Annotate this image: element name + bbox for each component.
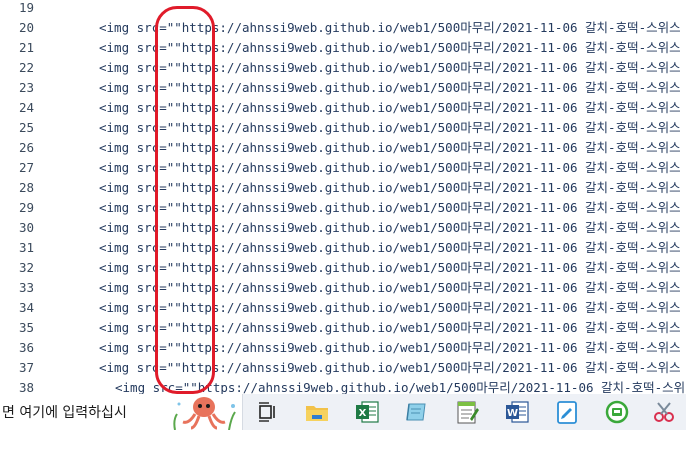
line-number: 32 [18,260,34,275]
line-number: 23 [18,80,34,95]
line-code-text: <img src=""https://ahnssi9web.github.io/… [99,20,681,35]
screen: 19 20 <img src=""https://ahnssi9web.github… [0,0,686,459]
line-number: 27 [18,160,34,175]
line-code-text: <img src=""https://ahnssi9web.github.io/… [99,140,681,155]
line-code-text: <img src=""https://ahnssi9web.github.io/… [99,360,681,375]
editor-line[interactable]: 19 [0,0,686,18]
line-code-text: <img src=""https://ahnssi9web.github.io/… [99,120,681,135]
line-code-text: <img src=""https://ahnssi9web.github.io/… [99,220,681,235]
line-number: 21 [18,40,34,55]
octopus-search-decoration-icon [165,394,243,431]
line-number: 31 [18,240,34,255]
line-code-text: <img src=""https://ahnssi9web.github.io/… [99,320,681,335]
line-code-text: <img src=""https://ahnssi9web.github.io/… [99,160,681,175]
svg-text:W: W [507,408,518,419]
line-number: 33 [18,280,34,295]
editor-line[interactable]: 24 <img src=""https://ahnssi9web.github.i… [0,98,686,118]
editor-line[interactable]: 33 <img src=""https://ahnssi9web.github.i… [0,278,686,298]
task-view-icon[interactable] [253,398,281,426]
notepad-plus-icon[interactable] [453,398,481,426]
excel-icon[interactable]: X [353,398,381,426]
word-icon[interactable]: W [503,398,531,426]
line-code-text: <img src=""https://ahnssi9web.github.io/… [99,100,681,115]
editor-line[interactable]: 20 <img src=""https://ahnssi9web.github.i… [0,18,686,38]
line-number: 24 [18,100,34,115]
line-number: 30 [18,220,34,235]
svg-text:X: X [359,408,367,419]
file-explorer-icon[interactable] [303,398,331,426]
taskbar: 면 여기에 입력하십시 X W [0,394,686,431]
line-number: 37 [18,360,34,375]
editor-line[interactable]: 30 <img src=""https://ahnssi9web.github.i… [0,218,686,238]
line-number: 19 [18,0,34,15]
line-code-text: <img src=""https://ahnssi9web.github.io/… [99,180,681,195]
line-number: 35 [18,320,34,335]
green-app-icon[interactable] [603,398,631,426]
bottom-margin [0,430,686,459]
editor-line[interactable]: 37 <img src=""https://ahnssi9web.github.i… [0,358,686,378]
line-number: 22 [18,60,34,75]
line-code-text: <img src=""https://ahnssi9web.github.io/… [99,260,681,275]
line-code-text: <img src=""https://ahnssi9web.github.io/… [99,300,681,315]
editor-line[interactable]: 26 <img src=""https://ahnssi9web.github.i… [0,138,686,158]
line-code-text: <img src=""https://ahnssi9web.github.io/… [99,340,681,355]
editor-line[interactable]: 27 <img src=""https://ahnssi9web.github.i… [0,158,686,178]
line-number: 29 [18,200,34,215]
editor-line[interactable]: 28 <img src=""https://ahnssi9web.github.i… [0,178,686,198]
editor-line[interactable]: 22 <img src=""https://ahnssi9web.github.i… [0,58,686,78]
editor-line[interactable]: 32 <img src=""https://ahnssi9web.github.i… [0,258,686,278]
snipping-tool-icon[interactable] [650,398,678,426]
line-number: 34 [18,300,34,315]
search-placeholder: 면 여기에 입력하십시 [2,405,127,421]
line-code-text: <img src=""https://ahnssi9web.github.io/… [115,380,686,394]
line-code-text: <img src=""https://ahnssi9web.github.io/… [99,200,681,215]
line-number: 25 [18,120,34,135]
editor-line[interactable]: 36 <img src=""https://ahnssi9web.github.i… [0,338,686,358]
edit-app-icon[interactable] [553,398,581,426]
editor-line[interactable]: 25 <img src=""https://ahnssi9web.github.i… [0,118,686,138]
editor-line[interactable]: 23 <img src=""https://ahnssi9web.github.i… [0,78,686,98]
line-code-text: <img src=""https://ahnssi9web.github.io/… [99,240,681,255]
editor-line[interactable]: 21 <img src=""https://ahnssi9web.github.i… [0,38,686,58]
editor-line[interactable]: 29 <img src=""https://ahnssi9web.github.i… [0,198,686,218]
taskbar-search-box[interactable]: 면 여기에 입력하십시 [0,394,243,431]
line-number: 38 [18,380,34,394]
editor-line[interactable]: 38 <img src=""https://ahnssi9web.github.i… [0,378,686,394]
editor-line[interactable]: 31 <img src=""https://ahnssi9web.github.i… [0,238,686,258]
line-code-text: <img src=""https://ahnssi9web.github.io/… [99,40,681,55]
line-code-text: <img src=""https://ahnssi9web.github.io/… [99,80,681,95]
editor-line[interactable]: 34 <img src=""https://ahnssi9web.github.i… [0,298,686,318]
line-number: 28 [18,180,34,195]
line-number: 20 [18,20,34,35]
line-code-text: <img src=""https://ahnssi9web.github.io/… [99,280,681,295]
editor-line[interactable]: 35 <img src=""https://ahnssi9web.github.i… [0,318,686,338]
line-number: 26 [18,140,34,155]
line-number: 36 [18,340,34,355]
notepad-icon[interactable] [403,398,431,426]
line-code-text: <img src=""https://ahnssi9web.github.io/… [99,60,681,75]
code-editor[interactable]: 19 20 <img src=""https://ahnssi9web.github… [0,0,686,394]
